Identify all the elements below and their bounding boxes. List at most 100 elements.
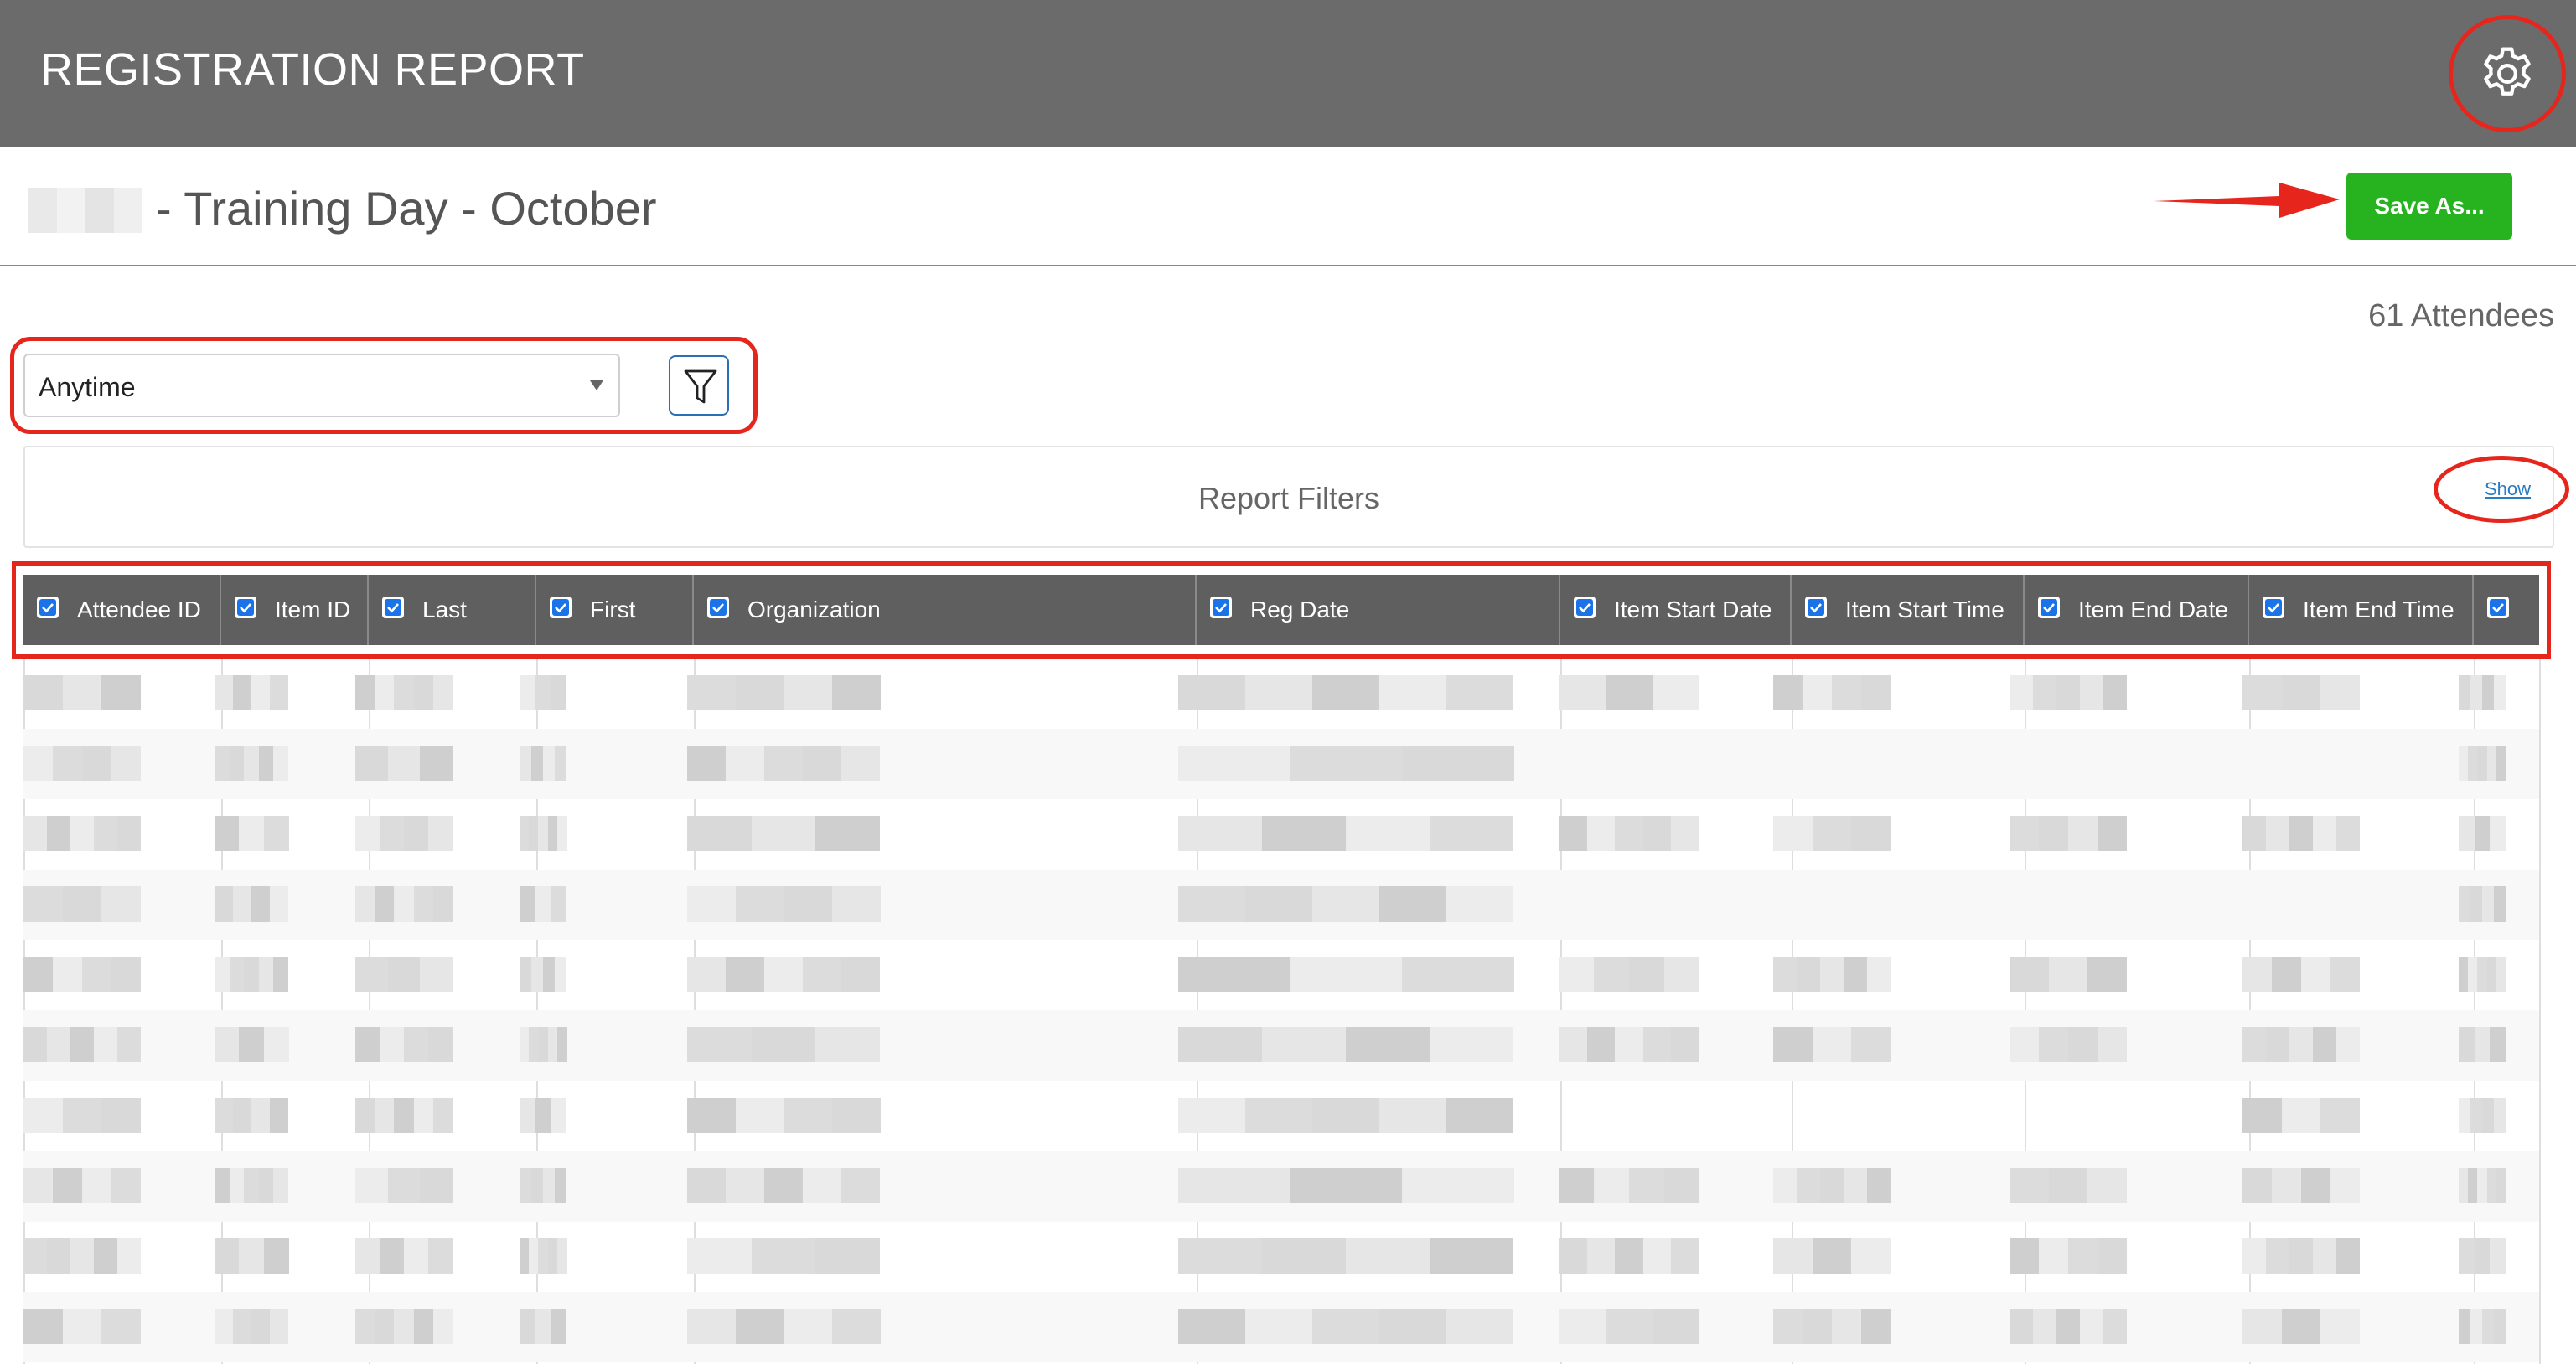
redacted-cell <box>2098 816 2127 851</box>
redacted-cell <box>1559 1238 1587 1274</box>
column-checkbox[interactable] <box>707 597 729 618</box>
column-checkbox[interactable] <box>1210 597 1232 618</box>
redacted-cell <box>229 746 245 781</box>
redacted-cell <box>229 957 245 992</box>
redacted-cell <box>1178 1309 1245 1344</box>
column-header-reg-date[interactable]: Reg Date <box>1197 575 1560 645</box>
column-header-item-start-time[interactable]: Item Start Time <box>1792 575 2025 645</box>
redacted-cell <box>803 957 841 992</box>
redacted-cell <box>1803 675 1832 710</box>
column-header-extra[interactable] <box>2474 575 2539 645</box>
redacted-cell <box>1812 816 1852 851</box>
column-header-item-end-time[interactable]: Item End Time <box>2249 575 2474 645</box>
column-header-item-start-date[interactable]: Item Start Date <box>1560 575 1792 645</box>
redacted-cell <box>687 746 726 781</box>
redacted-cell <box>2482 1098 2494 1133</box>
filter-button[interactable] <box>669 355 729 416</box>
redacted-cell <box>355 816 380 851</box>
app-header: REGISTRATION REPORT <box>0 0 2576 147</box>
redacted-cell <box>831 1309 881 1344</box>
redacted-cell <box>215 957 230 992</box>
redacted-cell <box>413 886 434 922</box>
table-row[interactable] <box>23 799 2539 870</box>
column-header-attendee-id[interactable]: Attendee ID <box>23 575 221 645</box>
redacted-cell <box>2010 1238 2039 1274</box>
column-checkbox[interactable] <box>2263 597 2284 618</box>
column-header-item-id[interactable]: Item ID <box>221 575 369 645</box>
redacted-cell <box>432 1098 453 1133</box>
redacted-cell <box>2039 816 2068 851</box>
redacted-cell <box>1312 1309 1379 1344</box>
table-row[interactable] <box>23 1010 2539 1081</box>
column-checkbox[interactable] <box>2038 597 2060 618</box>
table-row[interactable] <box>23 1081 2539 1151</box>
redacted-cell <box>687 1309 736 1344</box>
table-row[interactable] <box>23 940 2539 1010</box>
chevron-down-icon <box>590 380 603 390</box>
column-header-organization[interactable]: Organization <box>694 575 1197 645</box>
redacted-cell <box>270 675 288 710</box>
redacted-cell <box>251 886 270 922</box>
table-row[interactable] <box>23 1222 2539 1292</box>
redacted-cell <box>1586 816 1616 851</box>
table-header: Attendee ID Item ID Last First Organizat… <box>23 575 2539 645</box>
save-as-button[interactable]: Save As... <box>2346 173 2512 240</box>
redacted-cell <box>2494 675 2506 710</box>
column-checkbox[interactable] <box>1574 597 1596 618</box>
checkmark-icon <box>2265 599 2282 616</box>
redacted-cell <box>251 1098 270 1133</box>
table-row[interactable] <box>23 870 2539 940</box>
redacted-cell <box>1812 1027 1852 1062</box>
table-row[interactable] <box>23 1151 2539 1222</box>
redacted-cell <box>831 675 881 710</box>
column-header-item-end-date[interactable]: Item End Date <box>2025 575 2249 645</box>
column-checkbox[interactable] <box>2487 597 2509 618</box>
redacted-cell <box>2320 1098 2361 1133</box>
redacted-cell <box>239 816 265 851</box>
redacted-cell <box>101 675 142 710</box>
table-row[interactable] <box>23 729 2539 799</box>
column-checkbox[interactable] <box>1805 597 1827 618</box>
redacted-cell <box>1178 1238 1262 1274</box>
redacted-cell <box>375 1309 396 1344</box>
gear-icon[interactable] <box>2476 43 2538 105</box>
redacted-cell <box>1312 675 1379 710</box>
column-checkbox[interactable] <box>550 597 572 618</box>
table-row[interactable] <box>23 659 2539 729</box>
redacted-cell <box>2320 675 2361 710</box>
redacted-cell <box>355 746 388 781</box>
redacted-cell <box>2494 886 2506 922</box>
redacted-cell <box>428 1027 453 1062</box>
column-checkbox[interactable] <box>37 597 59 618</box>
redacted-cell <box>520 886 535 922</box>
show-filters-link[interactable]: Show <box>2485 478 2531 500</box>
redacted-cell <box>1379 1309 1446 1344</box>
column-header-last[interactable]: Last <box>369 575 536 645</box>
redacted-cell <box>751 816 816 851</box>
redacted-cell <box>413 675 434 710</box>
column-header-first[interactable]: First <box>536 575 694 645</box>
redacted-cell <box>764 746 803 781</box>
table-row[interactable] <box>23 1292 2539 1362</box>
redacted-cell <box>70 816 94 851</box>
redacted-cell <box>1245 675 1312 710</box>
redacted-cell <box>803 1168 841 1203</box>
checkmark-icon <box>1808 599 1824 616</box>
redacted-cell <box>2010 957 2049 992</box>
redacted-cell <box>432 886 453 922</box>
redacted-cell <box>117 1027 141 1062</box>
redacted-cell <box>387 957 421 992</box>
redacted-cell <box>520 1098 535 1133</box>
redacted-cell <box>1832 1309 1861 1344</box>
redacted-cell <box>735 886 784 922</box>
redacted-cell <box>2103 675 2127 710</box>
column-checkbox[interactable] <box>235 597 256 618</box>
redacted-cell <box>23 1098 63 1133</box>
redacted-cell <box>1559 675 1606 710</box>
redacted-cell <box>2330 1168 2360 1203</box>
column-checkbox[interactable] <box>382 597 404 618</box>
redacted-cell <box>2289 1238 2313 1274</box>
date-range-select[interactable]: Anytime <box>23 354 620 417</box>
redacted-cell <box>1812 1238 1852 1274</box>
redacted-cell <box>555 746 566 781</box>
